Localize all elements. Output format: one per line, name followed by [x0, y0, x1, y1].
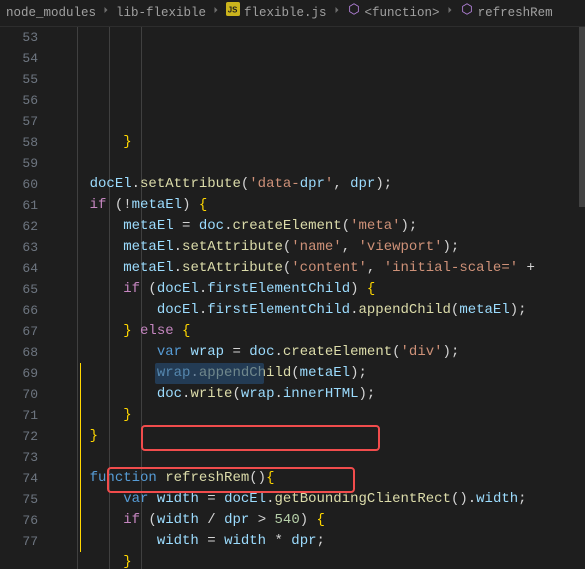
line-number: 68	[0, 342, 38, 363]
code-line[interactable]: }	[56, 132, 585, 153]
code-line[interactable]: wrap.appendChild(metaEl);	[56, 363, 585, 384]
breadcrumb-bar: node_modules lib-flexible JS flexible.js…	[0, 0, 585, 27]
code-line[interactable]: doc.write(wrap.innerHTML);	[56, 384, 585, 405]
code-content[interactable]: } docEl.setAttribute('data-dpr', dpr); i…	[46, 27, 585, 569]
breadcrumb-label: refreshRem	[478, 3, 553, 24]
vertical-scrollbar[interactable]	[579, 27, 585, 569]
line-number: 67	[0, 321, 38, 342]
code-line[interactable]: docEl.firstElementChild.appendChild(meta…	[56, 300, 585, 321]
line-number: 54	[0, 48, 38, 69]
line-number: 65	[0, 279, 38, 300]
code-editor[interactable]: 5354555657585960616263646566676869707172…	[0, 27, 585, 569]
breadcrumb-label: node_modules	[6, 3, 96, 24]
code-line[interactable]: }	[56, 552, 585, 569]
line-number-gutter: 5354555657585960616263646566676869707172…	[0, 27, 46, 569]
line-number: 66	[0, 300, 38, 321]
breadcrumb-label: flexible.js	[244, 3, 327, 24]
code-line[interactable]: metaEl = doc.createElement('meta');	[56, 216, 585, 237]
line-number: 74	[0, 468, 38, 489]
code-line[interactable]: var width = docEl.getBoundingClientRect(…	[56, 489, 585, 510]
code-line[interactable]: var wrap = doc.createElement('div');	[56, 342, 585, 363]
js-file-icon: JS	[226, 2, 240, 24]
line-number: 77	[0, 531, 38, 552]
line-number: 70	[0, 384, 38, 405]
line-number: 72	[0, 426, 38, 447]
line-number: 55	[0, 69, 38, 90]
code-line[interactable]: metaEl.setAttribute('content', 'initial-…	[56, 258, 585, 279]
code-line[interactable]	[56, 153, 585, 174]
line-number: 56	[0, 90, 38, 111]
breadcrumb-separator-icon	[444, 3, 456, 24]
code-line[interactable]: metaEl.setAttribute('name', 'viewport');	[56, 237, 585, 258]
code-line[interactable]: width = width * dpr;	[56, 531, 585, 552]
line-number: 57	[0, 111, 38, 132]
breadcrumb-separator-icon	[100, 3, 112, 24]
line-number: 76	[0, 510, 38, 531]
breadcrumb-item[interactable]: <function>	[345, 2, 442, 24]
code-line[interactable]: if (width / dpr > 540) {	[56, 510, 585, 531]
line-number: 71	[0, 405, 38, 426]
symbol-method-icon	[460, 2, 474, 24]
line-number: 73	[0, 447, 38, 468]
line-number: 53	[0, 27, 38, 48]
line-number: 59	[0, 153, 38, 174]
line-number: 61	[0, 195, 38, 216]
breadcrumb-label: lib-flexible	[116, 3, 206, 24]
svg-text:JS: JS	[228, 6, 238, 15]
code-line[interactable]: } else {	[56, 321, 585, 342]
line-number: 64	[0, 258, 38, 279]
code-line[interactable]: }	[56, 405, 585, 426]
scrollbar-thumb[interactable]	[579, 27, 585, 207]
breadcrumb-label: <function>	[365, 3, 440, 24]
breadcrumb-separator-icon	[210, 3, 222, 24]
line-number: 62	[0, 216, 38, 237]
breadcrumb-item[interactable]: JS flexible.js	[224, 2, 329, 24]
line-number: 60	[0, 174, 38, 195]
breadcrumb-separator-icon	[331, 3, 343, 24]
code-line[interactable]: }	[56, 426, 585, 447]
line-number: 58	[0, 132, 38, 153]
line-number: 63	[0, 237, 38, 258]
breadcrumb-item[interactable]: refreshRem	[458, 2, 555, 24]
code-line[interactable]: if (docEl.firstElementChild) {	[56, 279, 585, 300]
bracket-pair-guide	[80, 363, 81, 552]
code-line[interactable]: function refreshRem(){	[56, 468, 585, 489]
breadcrumb-item[interactable]: node_modules	[4, 3, 98, 24]
code-line[interactable]: docEl.setAttribute('data-dpr', dpr);	[56, 174, 585, 195]
line-number: 75	[0, 489, 38, 510]
code-line[interactable]: if (!metaEl) {	[56, 195, 585, 216]
line-number: 69	[0, 363, 38, 384]
code-line[interactable]	[56, 447, 585, 468]
breadcrumb-item[interactable]: lib-flexible	[114, 3, 208, 24]
symbol-method-icon	[347, 2, 361, 24]
